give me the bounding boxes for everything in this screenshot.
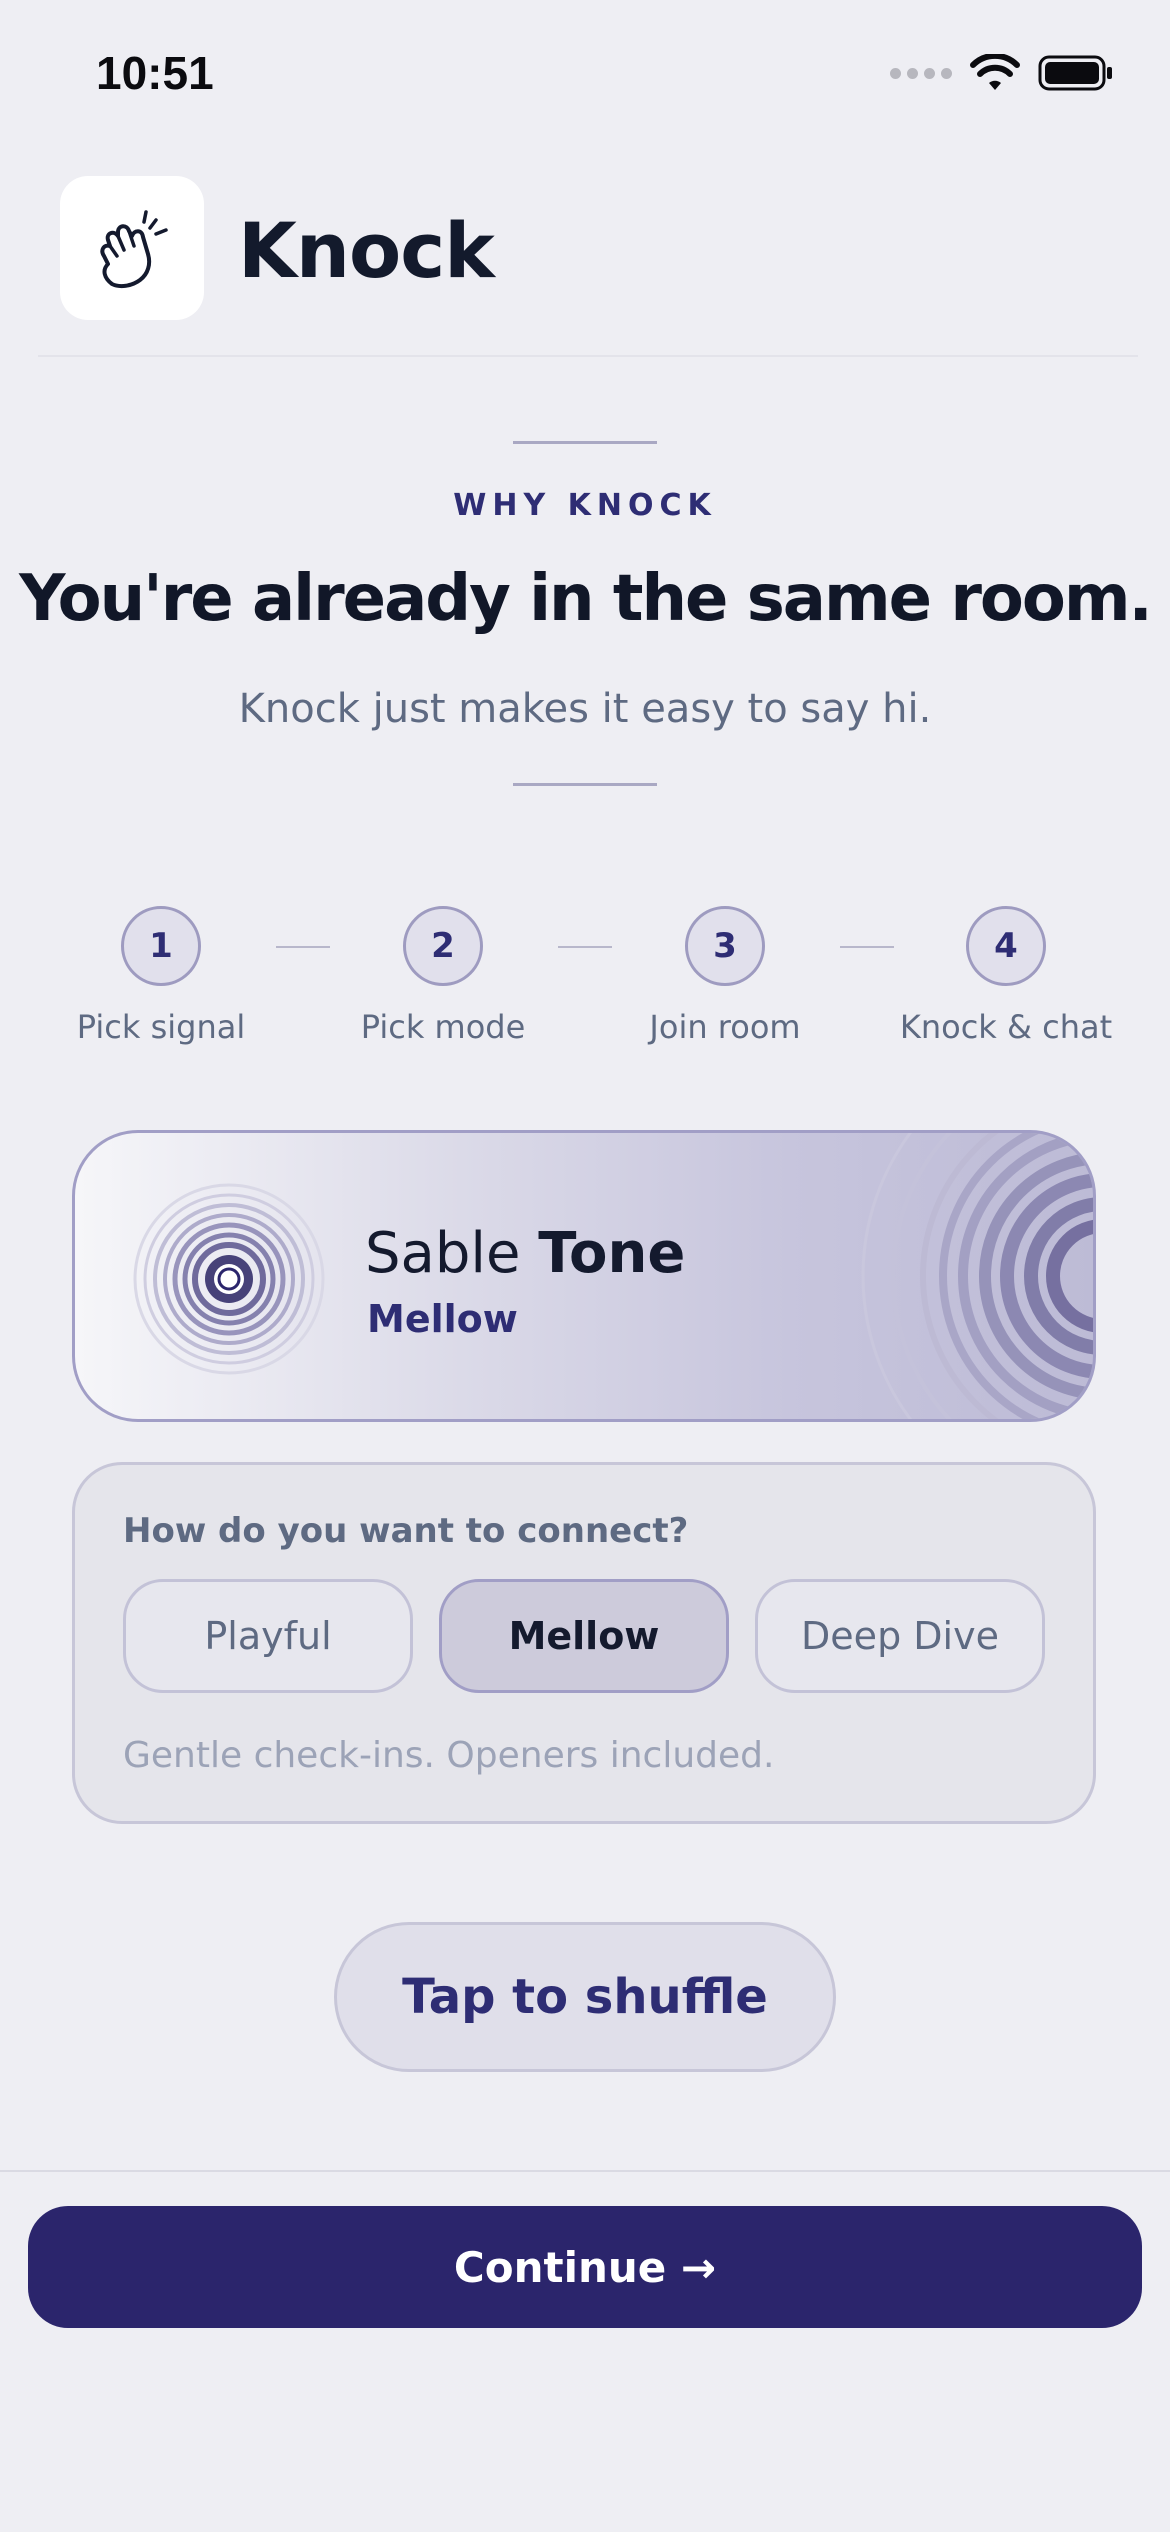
mode-description: Gentle check-ins. Openers included. [123, 1735, 775, 1776]
step-label: Join room [649, 1008, 801, 1046]
wifi-icon [970, 54, 1020, 90]
step-number: 1 [121, 906, 201, 986]
signal-mode: Mellow [367, 1297, 518, 1341]
knocking-hand-icon [100, 210, 168, 289]
step-pick-signal: 1 Pick signal [41, 906, 281, 1046]
bottom-rule [513, 783, 657, 786]
headline: You're already in the same room. [19, 562, 1153, 636]
signal-name-second: Tone [538, 1221, 686, 1286]
continue-button[interactable]: Continue → [28, 2206, 1142, 2328]
step-join-room: 3 Join room [605, 906, 845, 1046]
ripple-decoration [861, 1133, 1093, 1419]
app-title: Knock [238, 206, 495, 295]
mode-deep-dive-button[interactable]: Deep Dive [755, 1579, 1045, 1693]
step-label: Knock & chat [899, 1008, 1113, 1046]
app-logo [60, 176, 204, 320]
step-connector [276, 946, 330, 948]
onboarding-steps: 1 Pick signal 2 Pick mode 3 Join room 4 … [0, 906, 1170, 1056]
mode-playful-button[interactable]: Playful [123, 1579, 413, 1693]
ripple-orb-icon [133, 1183, 325, 1375]
step-pick-mode: 2 Pick mode [323, 906, 563, 1046]
step-connector [558, 946, 612, 948]
step-number: 4 [966, 906, 1046, 986]
shuffle-button[interactable]: Tap to shuffle [334, 1922, 836, 2072]
step-label: Pick signal [76, 1008, 246, 1046]
footer-divider [0, 2170, 1170, 2172]
step-number: 2 [403, 906, 483, 986]
connect-mode-card: How do you want to connect? Playful Mell… [72, 1462, 1096, 1824]
header-divider [38, 355, 1138, 357]
signal-name: Sable Tone [365, 1221, 685, 1286]
signal-card[interactable]: Sable Tone Mellow [72, 1130, 1096, 1422]
status-icons [890, 54, 1114, 92]
status-time: 10:51 [96, 47, 214, 99]
mode-mellow-button[interactable]: Mellow [439, 1579, 729, 1693]
step-label: Pick mode [360, 1008, 526, 1046]
subheadline: Knock just makes it easy to say hi. [238, 686, 932, 732]
cellular-signal-icon [890, 67, 952, 79]
connect-question: How do you want to connect? [123, 1511, 689, 1551]
top-rule [513, 441, 657, 444]
battery-icon [1038, 55, 1112, 91]
signal-name-first: Sable [365, 1221, 521, 1286]
eyebrow-label: WHY KNOCK [453, 488, 717, 523]
step-knock-chat: 4 Knock & chat [886, 906, 1126, 1046]
step-number: 3 [685, 906, 765, 986]
